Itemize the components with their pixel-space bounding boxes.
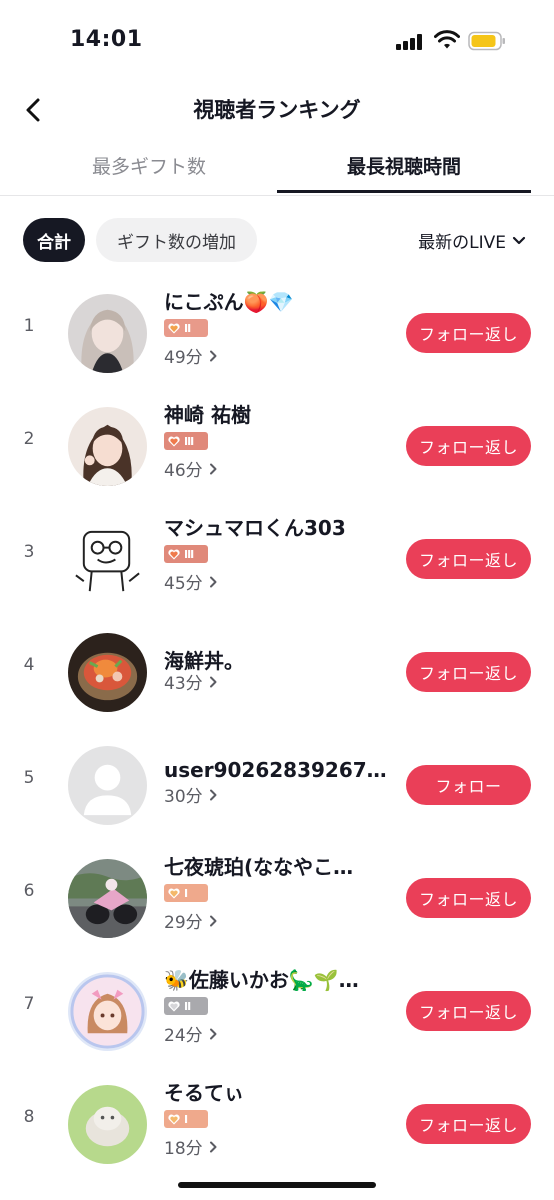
watch-duration-text: 18分 <box>164 1139 203 1159</box>
follow-back-button[interactable]: フォロー返し <box>406 1104 531 1144</box>
ranking-row[interactable]: 6 七夜琥珀(ななやこ… I 29分 フォロー返し <box>0 841 554 953</box>
fan-level-text: II <box>184 999 191 1013</box>
ranking-row[interactable]: 7 🐝佐藤いかお🦕🌱… II 24分 フォロー返し <box>0 954 554 1066</box>
follow-back-button[interactable]: フォロー返し <box>406 426 531 466</box>
chevron-right-icon <box>209 463 217 474</box>
ranking-row[interactable]: 2 神崎 祐樹 III 46分 フォロー返し <box>0 389 554 501</box>
fan-level-text: III <box>184 434 194 448</box>
ranking-row[interactable]: 8 そるてぃ I 18分 フォロー返し <box>0 1067 554 1179</box>
user-name[interactable]: 七夜琥珀(ななやこ… <box>164 851 389 880</box>
fan-level-badge: I <box>164 884 208 902</box>
fan-level-text: I <box>184 1112 188 1126</box>
user-name[interactable]: マシュマロくん303 <box>164 512 389 541</box>
user-avatar[interactable] <box>68 859 147 938</box>
chevron-right-icon <box>209 1141 217 1152</box>
follow-back-button[interactable]: フォロー返し <box>406 313 531 353</box>
watch-duration-text: 30分 <box>164 787 203 807</box>
filter-bar: 合計 ギフト数の増加 最新のLIVE <box>0 214 554 266</box>
watch-duration-text: 46分 <box>164 461 203 481</box>
user-avatar[interactable] <box>68 1085 147 1164</box>
chevron-right-icon <box>209 789 217 800</box>
user-avatar[interactable] <box>68 972 147 1051</box>
user-name[interactable]: user90262839267... <box>164 758 389 782</box>
fan-level-badge: I <box>164 1110 208 1128</box>
watch-duration[interactable]: 49分 <box>164 343 217 368</box>
live-selector-label: 最新のLIVE <box>418 233 506 253</box>
tab-longest-watch-time[interactable]: 最長視聴時間 <box>277 152 531 179</box>
watch-duration[interactable]: 46分 <box>164 456 217 481</box>
user-avatar[interactable] <box>68 633 147 712</box>
filter-chip-total[interactable]: 合計 <box>23 218 85 262</box>
header: 視聴者ランキング <box>0 84 554 136</box>
active-tab-indicator <box>277 190 531 193</box>
chevron-right-icon <box>209 576 217 587</box>
chevron-right-icon <box>209 1028 217 1039</box>
default-avatar-icon[interactable] <box>68 746 147 825</box>
rank-number: 8 <box>23 1107 35 1127</box>
watch-duration-text: 29分 <box>164 913 203 933</box>
watch-duration-text: 24分 <box>164 1026 203 1046</box>
status-time: 14:01 <box>70 27 143 52</box>
fan-level-badge: II <box>164 319 208 337</box>
watch-duration-text: 49分 <box>164 348 203 368</box>
home-indicator[interactable] <box>178 1182 376 1188</box>
watch-duration[interactable]: 18分 <box>164 1134 217 1159</box>
user-name[interactable]: そるてぃ <box>164 1077 389 1106</box>
watch-duration[interactable]: 45分 <box>164 569 217 594</box>
user-avatar[interactable] <box>68 520 147 599</box>
tab-most-gifts[interactable]: 最多ギフト数 <box>22 152 276 179</box>
follow-back-button[interactable]: フォロー返し <box>406 652 531 692</box>
ranking-row[interactable]: 4 海鮮丼。 43分 フォロー返し <box>0 615 554 727</box>
ranking-row[interactable]: 3 マシュマロくん303 III 45分 フォロー返し <box>0 502 554 614</box>
fan-level-badge: II <box>164 997 208 1015</box>
heart-icon <box>168 1114 180 1124</box>
watch-duration[interactable]: 43分 <box>164 669 217 694</box>
rank-number: 2 <box>23 429 35 449</box>
chevron-down-icon <box>512 236 526 244</box>
follow-back-button[interactable]: フォロー返し <box>406 878 531 918</box>
follow-back-button[interactable]: フォロー返し <box>406 991 531 1031</box>
tab-bar: 最多ギフト数 最長視聴時間 <box>0 140 554 196</box>
fan-level-text: III <box>184 547 194 561</box>
chevron-right-icon <box>209 915 217 926</box>
heart-icon <box>168 323 180 333</box>
fan-level-badge: III <box>164 432 208 450</box>
rank-number: 4 <box>23 655 35 675</box>
page-title: 視聴者ランキング <box>193 98 361 122</box>
user-avatar[interactable] <box>68 407 147 486</box>
follow-button[interactable]: フォロー <box>406 765 531 805</box>
rank-number: 1 <box>23 316 35 336</box>
chevron-right-icon <box>209 676 217 687</box>
ranking-row[interactable]: 1 にこぷん🍑💎 II 49分 フォロー返し <box>0 276 554 388</box>
battery-icon <box>468 31 505 51</box>
watch-duration-text: 45分 <box>164 574 203 594</box>
chevron-right-icon <box>209 350 217 361</box>
watch-duration[interactable]: 29分 <box>164 908 217 933</box>
user-avatar[interactable] <box>68 294 147 373</box>
filter-chip-gift-increase[interactable]: ギフト数の増加 <box>96 218 257 262</box>
rank-number: 3 <box>23 542 35 562</box>
heart-icon <box>168 436 180 446</box>
fan-level-badge: III <box>164 545 208 563</box>
user-name[interactable]: 🐝佐藤いかお🦕🌱… <box>164 964 389 993</box>
user-name[interactable]: にこぷん🍑💎 <box>164 286 389 315</box>
ranking-row[interactable]: 5 user90262839267... 30分 フォロー <box>0 728 554 840</box>
heart-icon <box>168 1001 180 1011</box>
heart-icon <box>168 888 180 898</box>
rank-number: 7 <box>23 994 35 1014</box>
follow-back-button[interactable]: フォロー返し <box>406 539 531 579</box>
rank-number: 6 <box>23 881 35 901</box>
watch-duration[interactable]: 30分 <box>164 782 217 807</box>
watch-duration[interactable]: 24分 <box>164 1021 217 1046</box>
fan-level-text: II <box>184 321 191 335</box>
user-name[interactable]: 神崎 祐樹 <box>164 399 389 428</box>
fan-level-text: I <box>184 886 188 900</box>
wifi-icon <box>434 30 460 49</box>
live-selector[interactable]: 最新のLIVE <box>418 228 526 253</box>
status-bar: 14:01 <box>0 0 554 84</box>
cellular-signal-icon <box>396 34 424 50</box>
rank-number: 5 <box>23 768 35 788</box>
heart-icon <box>168 549 180 559</box>
watch-duration-text: 43分 <box>164 674 203 694</box>
